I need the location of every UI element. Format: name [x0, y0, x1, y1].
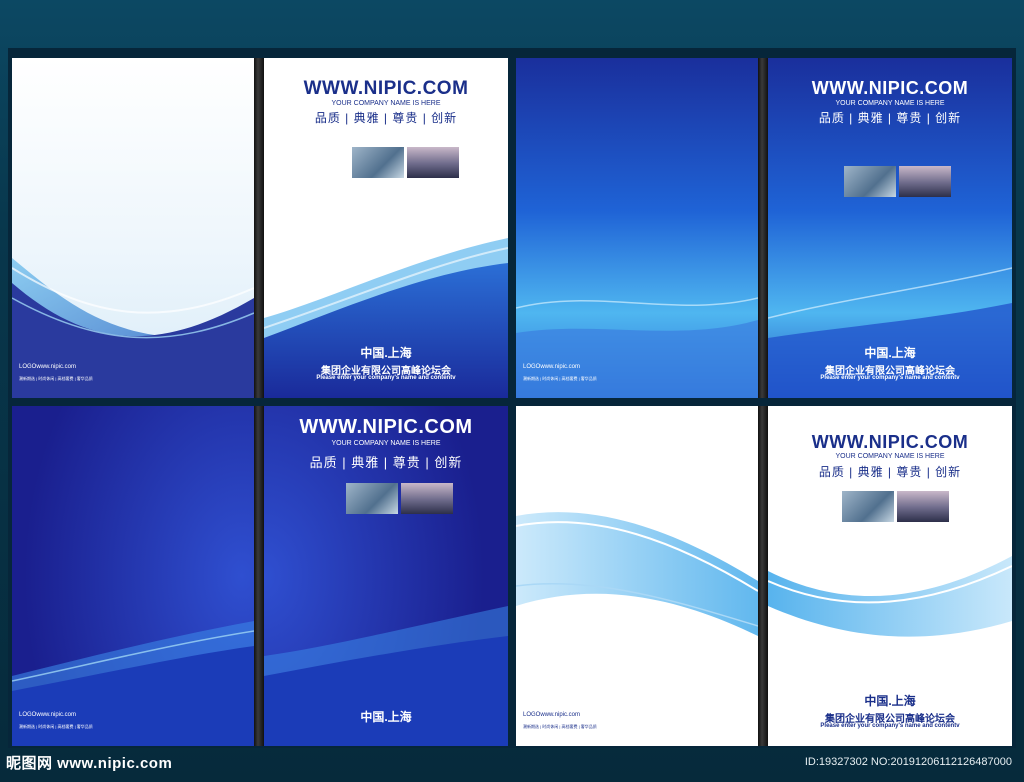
- bridge-photo: [897, 491, 949, 522]
- brochure-spread-3: LOGOwww.nipic.com 潮新期选 | 时尚休闲 | 高档奢费 | 奢…: [12, 406, 508, 746]
- photo-strip: [842, 491, 949, 522]
- front-cover: WWW.NIPIC.COM YOUR COMPANY NAME IS HERE …: [264, 406, 508, 746]
- tagline: YOUR COMPANY NAME IS HERE: [835, 100, 945, 107]
- watermark-site: 昵图网 www.nipic.com: [6, 755, 173, 772]
- slogan: 品质 | 典雅 | 尊贵 | 创新: [818, 111, 962, 125]
- front-cover: WWW.NIPIC.COM YOUR COMPANY NAME IS HERE …: [768, 406, 1012, 746]
- bridge-photo: [407, 147, 459, 178]
- logo-text: LOGOwww.nipic.com: [523, 364, 581, 370]
- building-photo: [346, 483, 398, 514]
- brochure-spread-1: LOGOwww.nipic.com 潮新期选 | 时尚休闲 | 高档奢费 | 奢…: [12, 58, 508, 398]
- building-photo: [842, 491, 894, 522]
- name-prompt: Please enter your company's name and con…: [820, 723, 960, 729]
- name-prompt: Please enter your company's name and con…: [316, 375, 456, 381]
- site-url: WWW.NIPIC.COM: [299, 416, 473, 438]
- building-photo: [844, 166, 896, 197]
- fine-print: 潮新期选 | 时尚休闲 | 高档奢费 | 奢华品质: [523, 376, 597, 381]
- fine-print: 潮新期选 | 时尚休闲 | 高档奢费 | 奢华品质: [19, 376, 93, 381]
- slogan: 品质 | 典雅 | 尊贵 | 创新: [309, 455, 463, 470]
- back-cover: LOGOwww.nipic.com 潮新期选 | 时尚休闲 | 高档奢费 | 奢…: [516, 58, 758, 398]
- spine: [254, 58, 264, 398]
- site-url: WWW.NIPIC.COM: [811, 78, 969, 98]
- brochure-spread-4: LOGOwww.nipic.com 潮新期选 | 时尚休闲 | 高档奢费 | 奢…: [516, 406, 1012, 746]
- front-cover: WWW.NIPIC.COM YOUR COMPANY NAME IS HERE …: [768, 58, 1012, 398]
- mockup-stage: LOGOwww.nipic.com 潮新期选 | 时尚休闲 | 高档奢费 | 奢…: [8, 48, 1016, 748]
- logo-text: LOGOwww.nipic.com: [19, 712, 77, 718]
- city-name: 中国.上海: [864, 346, 916, 360]
- photo-strip: [352, 147, 459, 178]
- back-cover: LOGOwww.nipic.com 潮新期选 | 时尚休闲 | 高档奢费 | 奢…: [516, 406, 758, 746]
- front-cover: WWW.NIPIC.COM YOUR COMPANY NAME IS HERE …: [264, 58, 508, 398]
- tagline: YOUR COMPANY NAME IS HERE: [331, 100, 441, 107]
- building-photo: [352, 147, 404, 178]
- photo-strip: [346, 483, 453, 514]
- brochure-spread-2: LOGOwww.nipic.com 潮新期选 | 时尚休闲 | 高档奢费 | 奢…: [516, 58, 1012, 398]
- site-url: WWW.NIPIC.COM: [303, 78, 469, 99]
- spine: [254, 406, 264, 746]
- name-prompt: Please enter your company's name and con…: [820, 375, 960, 381]
- image-id-label: ID:19327302 NO:20191206112126487000: [804, 756, 1012, 768]
- bridge-photo: [899, 166, 951, 197]
- fine-print: 潮新期选 | 时尚休闲 | 高档奢费 | 奢华品质: [19, 724, 93, 729]
- tagline: YOUR COMPANY NAME IS HERE: [331, 440, 441, 447]
- city-name: 中国.上海: [864, 694, 916, 708]
- site-url: WWW.NIPIC.COM: [811, 432, 969, 452]
- photo-strip: [844, 166, 951, 197]
- fine-print: 潮新期选 | 时尚休闲 | 高档奢费 | 奢华品质: [523, 724, 597, 729]
- city-name: 中国.上海: [360, 710, 412, 724]
- tagline: YOUR COMPANY NAME IS HERE: [835, 453, 945, 460]
- slogan: 品质 | 典雅 | 尊贵 | 创新: [818, 465, 962, 479]
- logo-text: LOGOwww.nipic.com: [19, 364, 77, 370]
- bridge-photo: [401, 483, 453, 514]
- spine: [758, 58, 768, 398]
- slogan: 品质 | 典雅 | 尊贵 | 创新: [314, 111, 458, 125]
- city-name: 中国.上海: [360, 346, 412, 360]
- back-cover: LOGOwww.nipic.com 潮新期选 | 时尚休闲 | 高档奢费 | 奢…: [12, 406, 254, 746]
- logo-text: LOGOwww.nipic.com: [523, 712, 581, 718]
- back-cover: LOGOwww.nipic.com 潮新期选 | 时尚休闲 | 高档奢费 | 奢…: [12, 58, 254, 398]
- spine: [758, 406, 768, 746]
